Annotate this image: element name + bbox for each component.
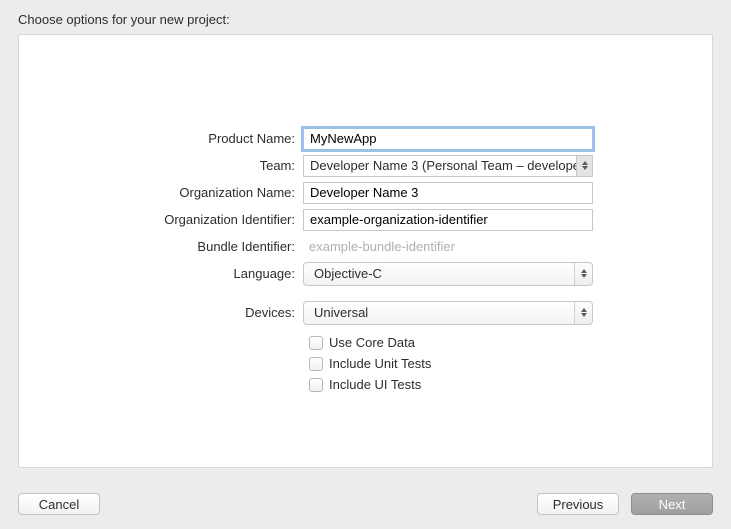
org-name-input[interactable] bbox=[303, 182, 593, 204]
org-id-input[interactable] bbox=[303, 209, 593, 231]
stepper-icon bbox=[574, 302, 592, 324]
devices-label: Devices: bbox=[19, 305, 303, 320]
team-label: Team: bbox=[19, 158, 303, 173]
sheet-title: Choose options for your new project: bbox=[18, 12, 230, 27]
bundle-id-value: example-bundle-identifier bbox=[303, 236, 593, 258]
unit-tests-checkbox[interactable] bbox=[309, 357, 323, 371]
core-data-checkbox[interactable] bbox=[309, 336, 323, 350]
options-form: Product Name: Team: Developer Name 3 (Pe… bbox=[19, 125, 712, 395]
product-name-label: Product Name: bbox=[19, 131, 303, 146]
devices-popup[interactable]: Universal bbox=[303, 301, 593, 325]
language-value: Objective-C bbox=[304, 266, 574, 281]
next-button[interactable]: Next bbox=[631, 493, 713, 515]
cancel-button[interactable]: Cancel bbox=[18, 493, 100, 515]
content-panel: Product Name: Team: Developer Name 3 (Pe… bbox=[18, 34, 713, 468]
language-popup[interactable]: Objective-C bbox=[303, 262, 593, 286]
org-id-label: Organization Identifier: bbox=[19, 212, 303, 227]
org-name-label: Organization Name: bbox=[19, 185, 303, 200]
bundle-id-label: Bundle Identifier: bbox=[19, 239, 303, 254]
footer-bar: Cancel Previous Next bbox=[0, 479, 731, 529]
team-value: Developer Name 3 (Personal Team – develo… bbox=[304, 158, 576, 173]
previous-button[interactable]: Previous bbox=[537, 493, 619, 515]
unit-tests-label: Include Unit Tests bbox=[329, 356, 431, 371]
ui-tests-checkbox[interactable] bbox=[309, 378, 323, 392]
team-combobox[interactable]: Developer Name 3 (Personal Team – develo… bbox=[303, 155, 593, 177]
language-label: Language: bbox=[19, 266, 303, 281]
new-project-options-sheet: Choose options for your new project: Pro… bbox=[0, 0, 731, 529]
product-name-input[interactable] bbox=[303, 128, 593, 150]
sheet-header: Choose options for your new project: bbox=[0, 0, 731, 35]
stepper-icon bbox=[576, 156, 592, 176]
devices-value: Universal bbox=[304, 305, 574, 320]
stepper-icon bbox=[574, 263, 592, 285]
ui-tests-label: Include UI Tests bbox=[329, 377, 421, 392]
checkbox-group: Use Core Data Include Unit Tests Include… bbox=[19, 326, 712, 395]
core-data-label: Use Core Data bbox=[329, 335, 415, 350]
